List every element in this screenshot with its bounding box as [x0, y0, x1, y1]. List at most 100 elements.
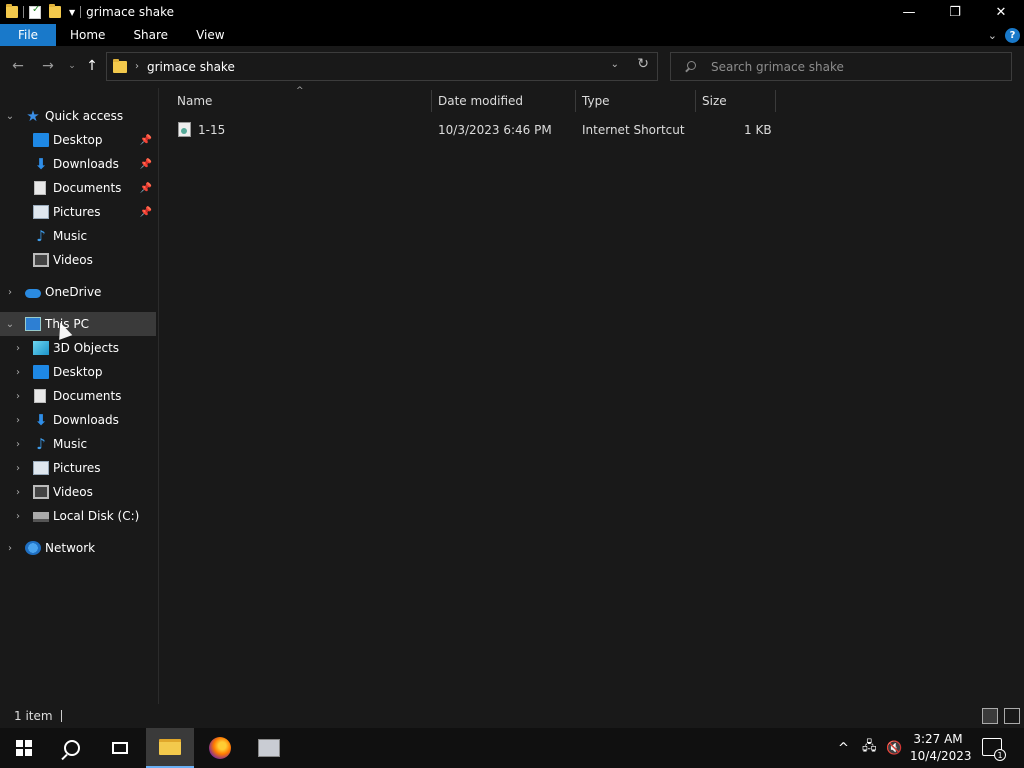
task-view-icon: [112, 742, 128, 754]
search-box[interactable]: [670, 52, 1012, 81]
window-title: grimace shake: [86, 5, 174, 19]
nav-pc-pictures[interactable]: › Pictures: [0, 456, 156, 480]
nav-quick-pictures[interactable]: Pictures 📌: [0, 200, 156, 224]
task-view-button[interactable]: [96, 728, 144, 768]
breadcrumb-item[interactable]: grimace shake: [147, 60, 235, 74]
pin-icon[interactable]: 📌: [140, 135, 152, 146]
restore-button[interactable]: ❐: [932, 0, 978, 24]
tab-file[interactable]: File: [0, 24, 56, 46]
chevron-right-icon[interactable]: ›: [13, 367, 23, 378]
taskbar: ^ 🖧 🔇 3:27 AM 10/4/2023 1: [0, 728, 1024, 768]
chevron-right-icon[interactable]: ›: [13, 439, 23, 450]
column-resize-handle[interactable]: [431, 90, 432, 112]
nav-pc-3d-objects[interactable]: › 3D Objects: [0, 336, 156, 360]
nav-quick-downloads[interactable]: ⬇ Downloads 📌: [0, 152, 156, 176]
nav-pc-videos[interactable]: › Videos: [0, 480, 156, 504]
nav-this-pc[interactable]: ⌄ This PC: [0, 312, 156, 336]
file-row[interactable]: 1-15 10/3/2023 6:46 PM Internet Shortcut…: [170, 119, 776, 141]
taskbar-firefox[interactable]: [196, 728, 244, 768]
clock-time: 3:27 AM: [913, 732, 963, 746]
chevron-right-icon[interactable]: ›: [13, 391, 23, 402]
network-tray-button[interactable]: 🖧: [862, 728, 877, 768]
column-resize-handle[interactable]: [695, 90, 696, 112]
nav-pc-music[interactable]: › ♪ Music: [0, 432, 156, 456]
nav-pc-downloads[interactable]: › ⬇ Downloads: [0, 408, 156, 432]
nav-network[interactable]: › Network: [0, 536, 156, 560]
nav-quick-documents[interactable]: Documents 📌: [0, 176, 156, 200]
nav-label: Network: [45, 541, 96, 555]
nav-label: Downloads: [53, 413, 119, 427]
customize-toolbar-dropdown-icon[interactable]: ▼: [69, 8, 75, 17]
file-explorer-icon: [159, 739, 181, 755]
forward-button[interactable]: →: [38, 56, 58, 76]
taskbar-file-explorer[interactable]: [146, 728, 194, 768]
column-header-date-modified[interactable]: Date modified: [438, 88, 575, 114]
taskbar-app[interactable]: [245, 728, 293, 768]
tab-home[interactable]: Home: [56, 24, 119, 46]
music-note-icon: ♪: [36, 227, 46, 245]
large-icons-view-button[interactable]: [1004, 708, 1020, 724]
column-resize-handle[interactable]: [775, 90, 776, 112]
title-bar: ▼ grimace shake — ❐ ✕: [0, 0, 1024, 24]
column-header-type[interactable]: Type: [582, 88, 695, 114]
nav-quick-access[interactable]: ⌄ ★ Quick access: [0, 104, 156, 128]
search-input[interactable]: [711, 59, 1001, 74]
volume-tray-button[interactable]: 🔇: [886, 728, 902, 768]
nav-quick-desktop[interactable]: Desktop 📌: [0, 128, 156, 152]
refresh-icon[interactable]: ↻: [637, 56, 649, 72]
notification-count-badge: 1: [994, 749, 1006, 761]
chevron-right-icon[interactable]: ›: [5, 543, 15, 554]
recent-locations-button[interactable]: ⌄: [62, 56, 82, 76]
nav-pc-local-disk[interactable]: › Local Disk (C:): [0, 504, 156, 528]
address-dropdown-icon[interactable]: ⌄: [611, 59, 619, 70]
status-bar: 1 item: [0, 704, 1024, 728]
window-controls: — ❐ ✕: [886, 0, 1024, 24]
help-button[interactable]: ?: [1005, 27, 1020, 43]
nav-label: Desktop: [53, 133, 103, 147]
pin-icon[interactable]: 📌: [140, 183, 152, 194]
clock-date: 10/4/2023: [910, 749, 972, 763]
chevron-right-icon[interactable]: ›: [13, 343, 23, 354]
ribbon-tabs: File Home Share View ⌄ ?: [0, 24, 1024, 46]
nav-quick-music[interactable]: ♪ Music: [0, 224, 156, 248]
pin-icon[interactable]: 📌: [140, 207, 152, 218]
nav-pc-desktop[interactable]: › Desktop: [0, 360, 156, 384]
chevron-down-icon[interactable]: ⌄: [5, 111, 15, 122]
tab-share[interactable]: Share: [119, 24, 182, 46]
chevron-down-icon[interactable]: ⌄: [5, 319, 15, 330]
details-view-button[interactable]: [982, 708, 998, 724]
up-button[interactable]: ↑: [82, 56, 102, 76]
properties-icon[interactable]: [29, 4, 41, 19]
tab-view[interactable]: View: [182, 24, 238, 46]
pane-divider[interactable]: [158, 88, 159, 704]
breadcrumb-chevron-icon[interactable]: ›: [135, 61, 139, 72]
show-hidden-icons-button[interactable]: ^: [838, 728, 849, 768]
nav-label: Desktop: [53, 365, 103, 379]
nav-onedrive[interactable]: › OneDrive: [0, 280, 156, 304]
taskbar-clock[interactable]: 3:27 AM 10/4/2023: [910, 731, 972, 765]
pin-icon[interactable]: 📌: [140, 159, 152, 170]
chevron-right-icon[interactable]: ›: [13, 511, 23, 522]
new-folder-icon[interactable]: [49, 4, 61, 18]
chevron-right-icon[interactable]: ›: [13, 463, 23, 474]
toolbar-divider: [23, 6, 24, 18]
nav-quick-videos[interactable]: Videos: [0, 248, 156, 272]
expand-ribbon-chevron-icon[interactable]: ⌄: [988, 29, 997, 42]
nav-label: Documents: [53, 389, 122, 403]
chevron-right-icon[interactable]: ›: [13, 415, 23, 426]
nav-pc-documents[interactable]: › Documents: [0, 384, 156, 408]
minimize-button[interactable]: —: [886, 0, 932, 24]
column-header-size[interactable]: Size: [702, 88, 775, 114]
column-resize-handle[interactable]: [575, 90, 576, 112]
back-button[interactable]: ←: [8, 56, 28, 76]
taskbar-search-button[interactable]: [48, 728, 96, 768]
column-label: Name: [177, 94, 213, 108]
download-arrow-icon: ⬇: [34, 155, 48, 173]
network-icon: [25, 541, 41, 555]
chevron-right-icon[interactable]: ›: [13, 487, 23, 498]
close-button[interactable]: ✕: [978, 0, 1024, 24]
column-header-name[interactable]: Name: [177, 88, 431, 114]
start-button[interactable]: [0, 728, 48, 768]
address-bar[interactable]: › grimace shake ⌄ ↻: [106, 52, 658, 81]
chevron-right-icon[interactable]: ›: [5, 287, 15, 298]
